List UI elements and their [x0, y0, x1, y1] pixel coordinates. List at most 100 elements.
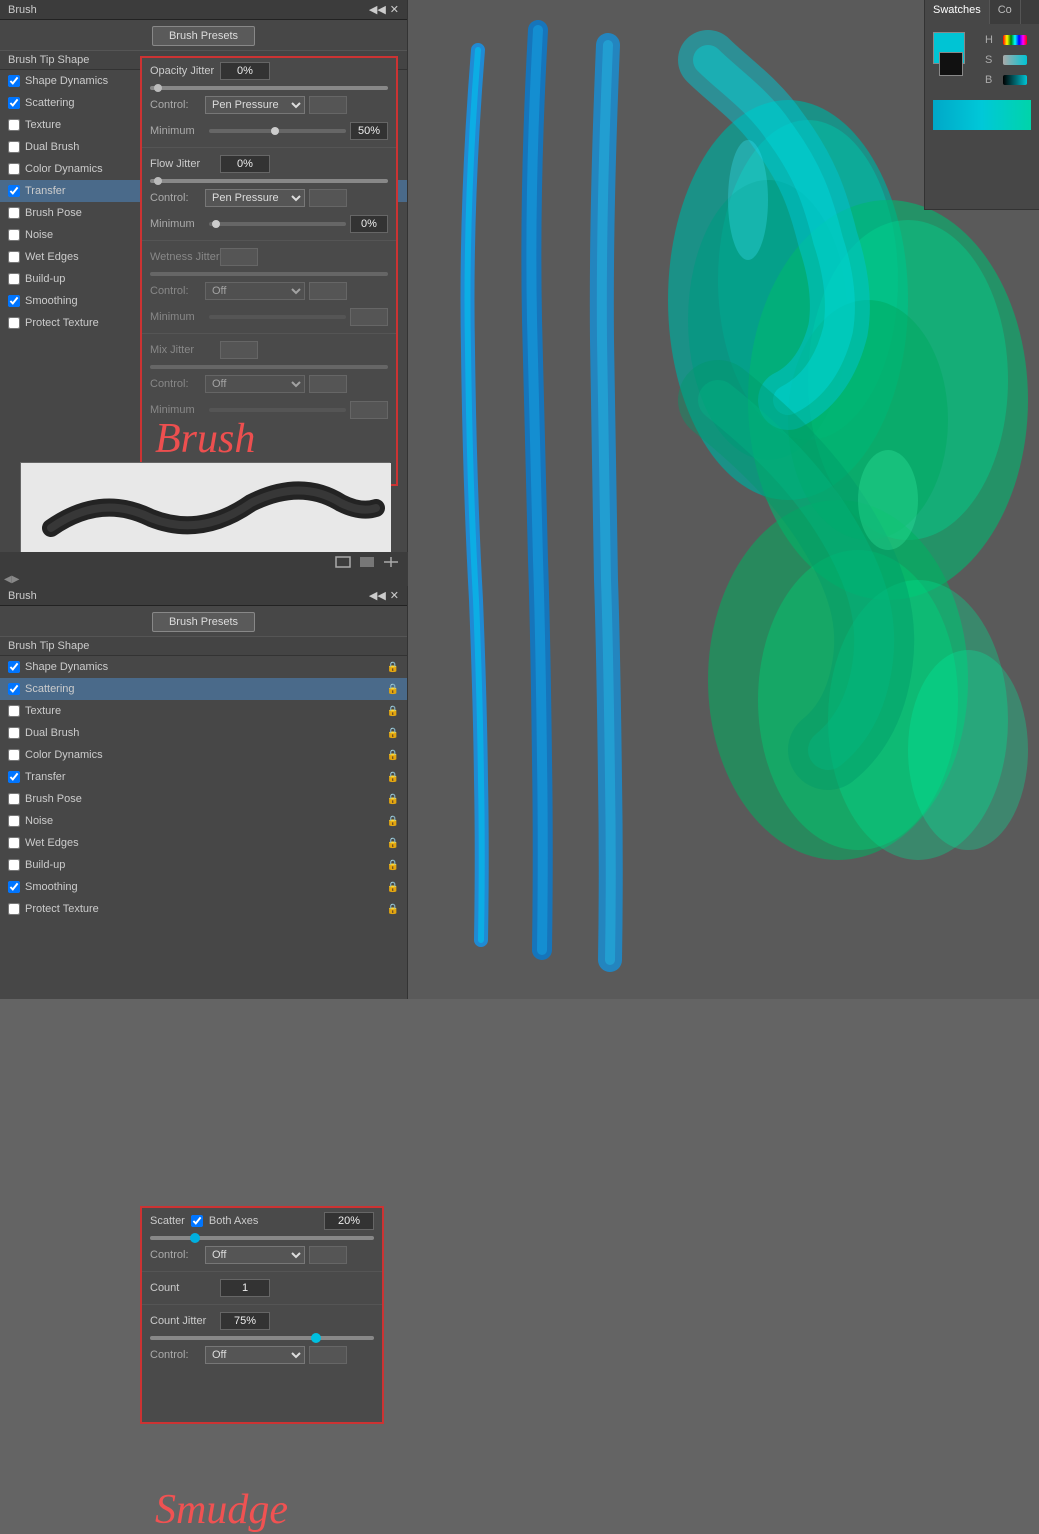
brush-panel-top: Brush ◀◀ ✕ Brush Presets Brush Tip Shape…	[0, 0, 408, 572]
wetness-control-select[interactable]: Off	[205, 282, 305, 300]
scatter-slider[interactable]	[150, 1236, 374, 1240]
toolbar-icon-3[interactable]	[382, 555, 400, 569]
flow-control-extra	[309, 189, 347, 207]
scatter-value-input[interactable]	[324, 1212, 374, 1230]
opacity-jitter-input[interactable]	[220, 62, 270, 80]
collapse-icon[interactable]: ◀◀	[369, 3, 386, 16]
fg-bg-colors	[933, 32, 983, 82]
flow-min-slider[interactable]	[209, 222, 346, 226]
count-jitter-control-extra	[309, 1346, 347, 1364]
brush-item-wet-edges-b[interactable]: Wet Edges 🔒	[0, 832, 407, 854]
b-slider[interactable]	[1003, 75, 1027, 85]
count-input[interactable]	[220, 1279, 270, 1297]
protect-texture-checkbox-b[interactable]	[8, 903, 20, 915]
brush-item-texture-b[interactable]: Texture 🔒	[0, 700, 407, 722]
brush-presets-button-bottom[interactable]: Brush Presets	[152, 612, 255, 632]
swatches-tab[interactable]: Swatches	[925, 0, 990, 24]
wet-edges-checkbox[interactable]	[8, 251, 20, 263]
wetness-control-label: Control:	[150, 285, 205, 297]
opacity-control-extra	[309, 96, 347, 114]
dual-brush-label-b: Dual Brush	[25, 727, 387, 739]
opacity-min-input[interactable]	[350, 122, 388, 140]
color-tab[interactable]: Co	[990, 0, 1021, 24]
mix-control-row: Control: Off	[142, 371, 396, 397]
color-swatch-bar[interactable]	[933, 100, 1031, 130]
panel-title-bar-bottom: Brush ◀◀ ✕	[0, 586, 407, 606]
scatter-control-select[interactable]: Off Pen Pressure	[205, 1246, 305, 1264]
shape-dynamics-checkbox[interactable]	[8, 75, 20, 87]
opacity-min-label: Minimum	[150, 125, 205, 137]
transfer-checkbox-b[interactable]	[8, 771, 20, 783]
brush-item-buildup-b[interactable]: Build-up 🔒	[0, 854, 407, 876]
toolbar-icon-1[interactable]	[334, 555, 352, 569]
toolbar-icon-2[interactable]	[358, 555, 376, 569]
mix-control-select[interactable]: Off	[205, 375, 305, 393]
wetness-min-row: Minimum	[142, 304, 396, 330]
scattering-settings-panel: Scatter Both Axes Control: Off Pen Press…	[140, 1206, 384, 1424]
texture-checkbox[interactable]	[8, 119, 20, 131]
brush-item-dual-brush-b[interactable]: Dual Brush 🔒	[0, 722, 407, 744]
wetness-jitter-label: Wetness Jitter	[150, 251, 220, 263]
scatter-control-row: Control: Off Pen Pressure	[142, 1242, 382, 1268]
scattering-checkbox[interactable]	[8, 97, 20, 109]
wet-edges-checkbox-b[interactable]	[8, 837, 20, 849]
buildup-checkbox[interactable]	[8, 273, 20, 285]
flow-jitter-row: Flow Jitter	[142, 151, 396, 177]
b-label: B	[985, 74, 999, 86]
transfer-checkbox[interactable]	[8, 185, 20, 197]
panel-title-bottom: Brush	[8, 590, 37, 602]
lock-icon-wet-b: 🔒	[387, 838, 399, 849]
lock-icon-noise-b: 🔒	[387, 816, 399, 827]
count-jitter-slider[interactable]	[150, 1336, 374, 1340]
brush-item-noise-b[interactable]: Noise 🔒	[0, 810, 407, 832]
protect-texture-checkbox[interactable]	[8, 317, 20, 329]
close-icon[interactable]: ✕	[390, 3, 399, 16]
collapse-icon-bottom[interactable]: ◀◀	[369, 589, 386, 602]
close-icon-bottom[interactable]: ✕	[390, 589, 399, 602]
brush-item-protect-texture-b[interactable]: Protect Texture 🔒	[0, 898, 407, 920]
mix-control-extra	[309, 375, 347, 393]
shape-dynamics-checkbox-b[interactable]	[8, 661, 20, 673]
noise-checkbox-b[interactable]	[8, 815, 20, 827]
brush-item-shape-dynamics-b[interactable]: Shape Dynamics 🔒	[0, 656, 407, 678]
dual-brush-checkbox-b[interactable]	[8, 727, 20, 739]
opacity-control-select[interactable]: Pen Pressure Off Pen Tilt Stylus Wheel	[205, 96, 305, 114]
count-jitter-control-select[interactable]: Off Pen Pressure	[205, 1346, 305, 1364]
texture-checkbox-b[interactable]	[8, 705, 20, 717]
color-squares: H S B	[933, 32, 1031, 92]
opacity-min-slider[interactable]	[209, 129, 346, 133]
both-axes-checkbox[interactable]	[191, 1215, 203, 1227]
scattering-checkbox-b[interactable]	[8, 683, 20, 695]
noise-checkbox[interactable]	[8, 229, 20, 241]
buildup-checkbox-b[interactable]	[8, 859, 20, 871]
brush-item-smoothing-b[interactable]: Smoothing 🔒	[0, 876, 407, 898]
brush-item-transfer-b[interactable]: Transfer 🔒	[0, 766, 407, 788]
brush-item-scattering-b[interactable]: Scattering 🔒	[0, 678, 407, 700]
smoothing-checkbox-top[interactable]	[8, 295, 20, 307]
expand-icon[interactable]: ◀▶	[4, 574, 19, 585]
color-dynamics-checkbox-b[interactable]	[8, 749, 20, 761]
lock-icon-scatter-b: 🔒	[387, 684, 399, 695]
h-slider-row: H	[985, 32, 1031, 48]
brush-item-color-dynamics-b[interactable]: Color Dynamics 🔒	[0, 744, 407, 766]
flow-min-input[interactable]	[350, 215, 388, 233]
h-slider[interactable]	[1003, 35, 1027, 45]
s-slider[interactable]	[1003, 55, 1027, 65]
flow-control-select[interactable]: Pen Pressure Off	[205, 189, 305, 207]
separator-bar: ◀▶	[0, 572, 408, 586]
flow-jitter-input[interactable]	[220, 155, 270, 173]
brush-pose-checkbox[interactable]	[8, 207, 20, 219]
brush-pose-checkbox-b[interactable]	[8, 793, 20, 805]
brush-pose-label-b: Brush Pose	[25, 793, 387, 805]
brush-presets-button[interactable]: Brush Presets	[152, 26, 255, 46]
brush-item-brush-pose-b[interactable]: Brush Pose 🔒	[0, 788, 407, 810]
smoothing-checkbox-b[interactable]	[8, 881, 20, 893]
count-jitter-input[interactable]	[220, 1312, 270, 1330]
dual-brush-checkbox[interactable]	[8, 141, 20, 153]
wetness-min-slider[interactable]	[209, 315, 346, 319]
color-dynamics-checkbox[interactable]	[8, 163, 20, 175]
swatches-panel: Swatches Co H S B	[924, 0, 1039, 210]
background-color[interactable]	[939, 52, 963, 76]
mix-min-slider[interactable]	[209, 408, 346, 412]
flow-control-row: Control: Pen Pressure Off	[142, 185, 396, 211]
